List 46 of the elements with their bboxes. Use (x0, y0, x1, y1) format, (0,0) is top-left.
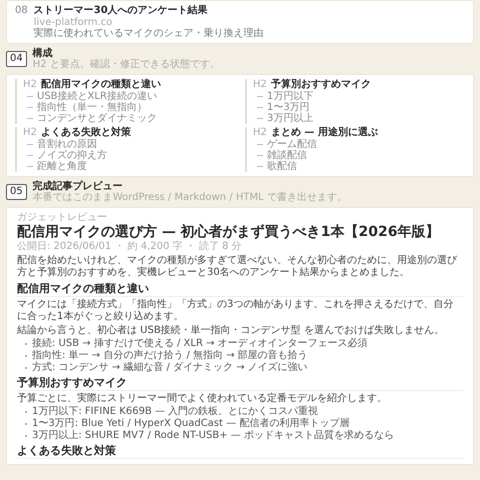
step-title: 構成 (32, 48, 54, 59)
paragraph: 結論から言うと、初心者は USB接続・単一指向・コンデンサ型 を選んでおけば失敗しません。 (17, 325, 445, 337)
list-item: 指向性: 単一 → 自分の声だけ拾う / 無指向 → 部屋の音も拾う (32, 350, 308, 362)
outline-item: ゲーム配信 (267, 139, 317, 150)
outline-heading: まとめ — 用途別に選ぶ (270, 127, 378, 139)
section-heading: 配信用マイクの種類と違い (17, 282, 463, 297)
outline-item: 1〜3万円 (267, 102, 310, 113)
step-subtitle: H2 と要点。確認・修正できる状態です。 (32, 59, 220, 70)
list-item: 1万円以下: FIFINE K669B — 入門の鉄板。とにかくコスパ重視 (32, 406, 318, 418)
outline-item: 3万円以上 (267, 113, 314, 124)
step-number: 04 (6, 51, 27, 67)
outline-item: ノイズの抑え方 (37, 150, 107, 161)
paragraph: 予算ごとに、実際にストリーマー間でよく使われている定番モデルを紹介します。 (17, 393, 388, 405)
heading-level: H2 (253, 127, 267, 139)
outline-heading: 予算別おすすめマイク (270, 79, 371, 90)
step-subtitle: 本番ではこのままWordPress / Markdown / HTML で書き出せます。 (32, 192, 347, 203)
outline-item: 1万円以下 (267, 91, 314, 102)
paragraph: マイクには「接続方式」「指向性」「方式」の3つの軸があります。これを押さえるだけで、自分に合った1本がぐっと絞り込めます。 (17, 299, 454, 323)
article-category: ガジェットレビュー (17, 212, 108, 223)
outline-heading: 配信用マイクの種類と違い (40, 79, 161, 90)
list-item: 1〜3万円: Blue Yeti / HyperX QuadCast — 配信者の利用率トップ層 (32, 418, 350, 430)
heading-level: H2 (23, 127, 37, 139)
source-description: 実際に使われているマイクのシェア・乗り換え理由 (34, 28, 264, 39)
list-item: 接続: USB → 挿すだけで使える / XLR → オーディオインターフェース必須 (32, 338, 368, 350)
source-number: 08 (15, 5, 28, 17)
outline-item: 指向性（単一・無指向） (37, 102, 147, 113)
list-item: 3万円以上: SHURE MV7 / Rode NT-USB+ — ポッドキャスト品質を求めるなら (32, 430, 394, 442)
outline-item: 歌配信 (267, 161, 297, 172)
paragraph: 配信を始めたいけれど、マイクの種類が多すぎて選べない。そんな初心者のために、用途別の選び方と予算別のおすすめを、実機レビューと30名へのアンケート結果からまとめました。 (17, 255, 458, 279)
outline-item: 距離と角度 (37, 161, 87, 172)
outline-heading: よくある失敗と対策 (40, 127, 131, 138)
step-title: 完成記事プレビュー (32, 181, 124, 192)
source-title: ストリーマー30人へのアンケート結果 (34, 5, 209, 17)
section-heading: 予算別おすすめマイク (17, 376, 463, 391)
article-title: 配信用マイクの選び方 — 初心者がまず買うべき1本【2026年版】 (17, 224, 440, 240)
outline-item: 雑談配信 (267, 150, 307, 161)
step-number: 05 (6, 184, 27, 200)
source-url: live-platform.co (34, 17, 114, 28)
outline-item: コンデンサとダイナミック (37, 113, 157, 124)
list-item: 方式: コンデンサ → 繊細な音 / ダイナミック → ノイズに強い (32, 362, 308, 374)
section-heading: よくある失敗と対策 (17, 444, 463, 459)
heading-level: H2 (23, 79, 37, 91)
heading-level: H2 (253, 79, 267, 91)
article-meta: 公開日: 2026/06/01 ・ 約 4,200 字 ・ 読了 8 分 (17, 241, 243, 252)
outline-item: 音割れの原因 (37, 139, 97, 150)
outline-item: USB接続とXLR接続の違い (37, 91, 157, 102)
